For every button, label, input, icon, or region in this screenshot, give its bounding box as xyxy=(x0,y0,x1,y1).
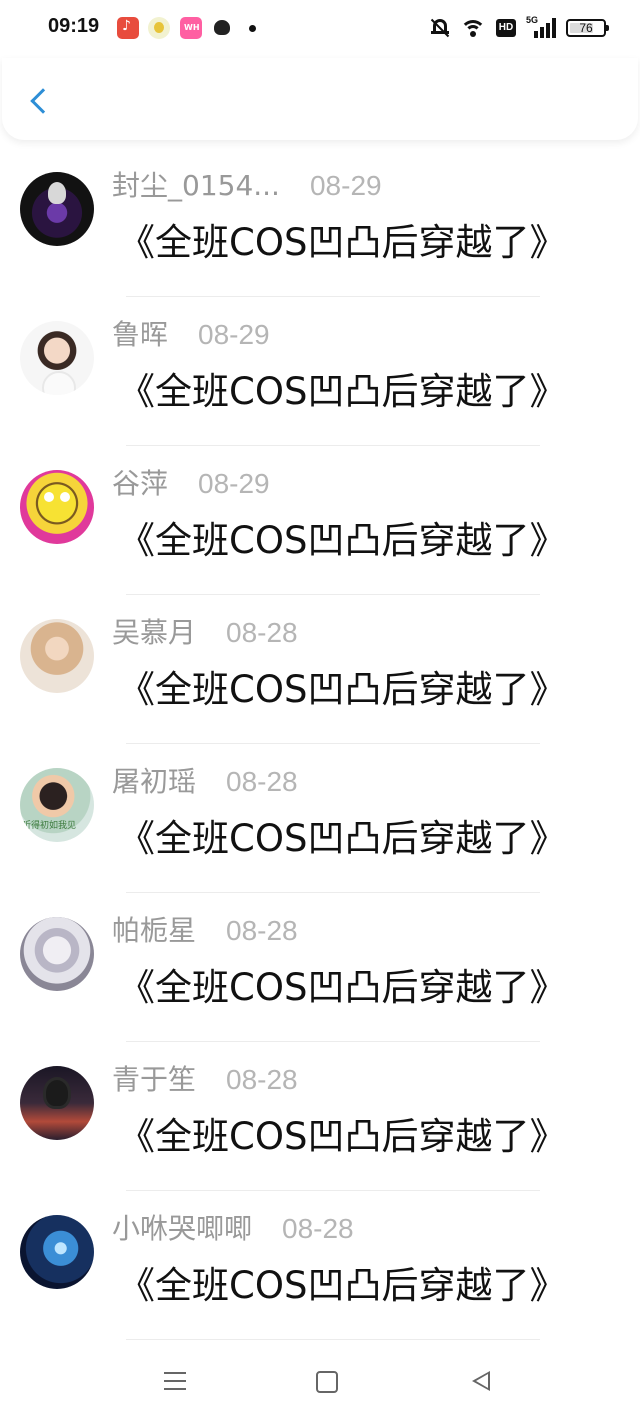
user-name: 帕栀星 xyxy=(112,914,197,947)
notification-app-icon xyxy=(148,17,170,39)
chevron-left-icon xyxy=(30,88,56,114)
status-indicators: HD 5G 76 xyxy=(430,15,609,40)
user-name: 小咻哭唧唧 xyxy=(112,1212,253,1245)
message-text: 《全班COS凹凸后穿越了》 xyxy=(118,1115,567,1158)
system-nav-bar xyxy=(0,1344,640,1422)
message-date: 08-28 xyxy=(282,1213,354,1244)
list-item[interactable]: 谷萍 08-29 《全班COS凹凸后穿越了》 xyxy=(0,446,640,595)
battery-percent: 76 xyxy=(579,21,593,35)
avatar[interactable] xyxy=(20,1215,94,1289)
wifi-icon xyxy=(460,18,486,38)
message-date: 08-28 xyxy=(226,617,298,648)
list-item[interactable]: 帕栀星 08-28 《全班COS凹凸后穿越了》 xyxy=(0,893,640,1042)
message-text: 《全班COS凹凸后穿越了》 xyxy=(118,817,567,860)
message-date: 08-28 xyxy=(226,915,298,946)
list-item[interactable]: 小咻哭唧唧 08-28 《全班COS凹凸后穿越了》 xyxy=(0,1191,640,1340)
battery-icon: 76 xyxy=(566,19,609,37)
header xyxy=(2,58,638,140)
avatar[interactable] xyxy=(20,172,94,246)
list-item[interactable]: 青于笙 08-28 《全班COS凹凸后穿越了》 xyxy=(0,1042,640,1191)
pink-app-icon xyxy=(180,17,202,39)
menu-icon[interactable] xyxy=(157,1368,193,1398)
back-button[interactable] xyxy=(22,84,58,124)
user-name: 封尘_0154... xyxy=(112,169,280,202)
message-date: 08-28 xyxy=(226,1064,298,1095)
back-triangle-icon[interactable] xyxy=(462,1368,498,1398)
user-name: 谷萍 xyxy=(112,467,169,500)
list-item[interactable]: 鲁晖 08-29 《全班COS凹凸后穿越了》 xyxy=(0,297,640,446)
home-icon[interactable] xyxy=(308,1368,344,1398)
status-time: 09:19 xyxy=(48,15,100,37)
network-type-label: 5G xyxy=(526,15,539,25)
list-item[interactable]: 吴慕月 08-28 《全班COS凹凸后穿越了》 xyxy=(0,595,640,744)
avatar[interactable] xyxy=(20,619,94,693)
avatar[interactable] xyxy=(20,1066,94,1140)
signal-icon: 5G xyxy=(526,15,556,39)
message-text: 《全班COS凹凸后穿越了》 xyxy=(118,221,567,264)
more-notifications-dot xyxy=(249,25,256,32)
status-bar: 09:19 HD 5G 76 xyxy=(0,0,640,58)
avatar[interactable] xyxy=(20,470,94,544)
hd-badge: HD xyxy=(496,19,516,37)
list-item[interactable]: 封尘_0154... 08-29 《全班COS凹凸后穿越了》 xyxy=(0,148,640,297)
message-date: 08-29 xyxy=(198,468,270,499)
user-name: 鲁晖 xyxy=(112,318,169,351)
message-text: 《全班COS凹凸后穿越了》 xyxy=(118,668,567,711)
message-text: 《全班COS凹凸后穿越了》 xyxy=(118,1264,567,1307)
message-list: 封尘_0154... 08-29 《全班COS凹凸后穿越了》 鲁晖 08-29 《全… xyxy=(0,148,640,1340)
mute-icon xyxy=(430,17,450,39)
message-date: 08-28 xyxy=(226,766,298,797)
message-text: 《全班COS凹凸后穿越了》 xyxy=(118,519,567,562)
character-app-icon xyxy=(211,17,233,39)
list-item[interactable]: 屠初瑶 08-28 《全班COS凹凸后穿越了》 xyxy=(0,744,640,893)
avatar[interactable] xyxy=(20,321,94,395)
user-name: 屠初瑶 xyxy=(112,765,197,798)
music-app-icon xyxy=(117,17,139,39)
user-name: 吴慕月 xyxy=(112,616,197,649)
message-date: 08-29 xyxy=(198,319,270,350)
message-text: 《全班COS凹凸后穿越了》 xyxy=(118,966,567,1009)
message-text: 《全班COS凹凸后穿越了》 xyxy=(118,370,567,413)
user-name: 青于笙 xyxy=(112,1063,197,1096)
avatar[interactable] xyxy=(20,768,94,842)
avatar[interactable] xyxy=(20,917,94,991)
divider xyxy=(126,1339,540,1340)
message-date: 08-29 xyxy=(309,170,382,201)
